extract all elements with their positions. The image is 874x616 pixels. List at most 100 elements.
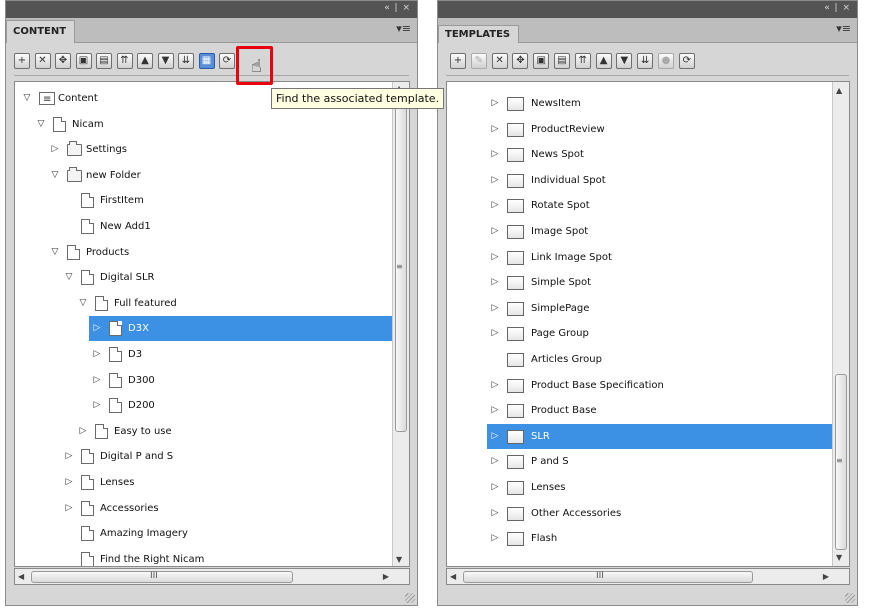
- expand-arrow-down-icon[interactable]: ▽: [77, 291, 89, 316]
- expand-arrow-right-icon[interactable]: ▷: [489, 475, 501, 500]
- tree-row[interactable]: ▽ Products: [15, 240, 392, 265]
- expand-arrow-right-icon[interactable]: ▷: [489, 296, 501, 321]
- tab-templates[interactable]: TEMPLATES: [438, 25, 520, 43]
- expand-arrow-right-icon[interactable]: ▷: [489, 449, 501, 474]
- move-down-icon[interactable]: ▼: [616, 53, 633, 69]
- move-bottom-icon[interactable]: ⇊: [637, 53, 654, 69]
- move-down-icon[interactable]: ▼: [157, 53, 174, 69]
- paste-icon[interactable]: ▤: [554, 53, 570, 69]
- tree-row[interactable]: ▷ D3: [15, 342, 392, 367]
- tree-row[interactable]: ▽ new Folder: [15, 163, 392, 188]
- tree-row[interactable]: ▽ Full featured: [15, 291, 392, 316]
- template-row[interactable]: ▷ Image Spot: [487, 219, 832, 244]
- expand-arrow-down-icon[interactable]: ▽: [21, 86, 33, 111]
- expand-arrow-right-icon[interactable]: ▷: [489, 91, 501, 116]
- delete-icon[interactable]: ✕: [491, 53, 508, 69]
- refresh-icon[interactable]: ⟳: [678, 53, 695, 69]
- tree-row[interactable]: ▷ Digital P and S: [15, 444, 392, 469]
- tree-row[interactable]: ▷ D3X: [89, 316, 392, 342]
- expand-arrow-right-icon[interactable]: ▷: [91, 316, 103, 341]
- delete-icon[interactable]: ✕: [34, 53, 51, 69]
- tree-row[interactable]: ▽ Digital SLR: [15, 265, 392, 290]
- tree-row[interactable]: FirstItem: [15, 188, 392, 213]
- expand-arrow-right-icon[interactable]: ▷: [489, 398, 501, 423]
- content-horizontal-scrollbar[interactable]: ◀ III ▶: [14, 568, 410, 585]
- move-up-icon[interactable]: ▲: [137, 53, 153, 69]
- template-row[interactable]: ▷ Simple Spot: [487, 270, 832, 295]
- move-top-icon[interactable]: ⇈: [574, 53, 591, 69]
- expand-arrow-right-icon[interactable]: ▷: [77, 419, 89, 444]
- template-row[interactable]: ▷ NewsItem: [487, 91, 832, 116]
- tree-row[interactable]: New Add1: [15, 214, 392, 239]
- move-up-icon[interactable]: ▲: [595, 53, 612, 69]
- expand-arrow-right-icon[interactable]: ▷: [489, 142, 501, 167]
- expand-arrow-right-icon[interactable]: ▷: [489, 321, 501, 346]
- expand-arrow-down-icon[interactable]: ▽: [63, 265, 75, 290]
- tree-row[interactable]: Amazing Imagery: [15, 521, 392, 546]
- template-row[interactable]: ▷ Link Image Spot: [487, 245, 832, 270]
- expand-arrow-down-icon[interactable]: ▽: [49, 163, 61, 188]
- tree-row[interactable]: ▷ D300: [15, 368, 392, 393]
- template-row[interactable]: ▷ ProductReview: [487, 117, 832, 142]
- add-icon[interactable]: +: [450, 53, 466, 69]
- expand-arrow-right-icon[interactable]: ▷: [63, 496, 75, 521]
- expand-arrow-right-icon[interactable]: ▷: [91, 368, 103, 393]
- expand-arrow-down-icon[interactable]: ▽: [35, 112, 47, 137]
- resize-grip-icon[interactable]: [845, 593, 855, 603]
- template-row[interactable]: ▷ SimplePage: [487, 296, 832, 321]
- expand-arrow-right-icon[interactable]: ▷: [489, 424, 501, 449]
- panel-collapse-close-controls[interactable]: « | ×: [384, 3, 411, 13]
- tree-row[interactable]: ▽ Nicam: [15, 112, 392, 137]
- template-row[interactable]: ▷ News Spot: [487, 142, 832, 167]
- template-row[interactable]: Articles Group: [487, 347, 832, 372]
- template-row[interactable]: ▷ Lenses: [487, 475, 832, 500]
- expand-arrow-right-icon[interactable]: ▷: [489, 373, 501, 398]
- tree-row[interactable]: ▷ Accessories: [15, 496, 392, 521]
- move-icon[interactable]: ✥: [55, 53, 71, 69]
- tree-row[interactable]: ▷ Settings: [15, 137, 392, 162]
- template-row[interactable]: ▷ SLR: [487, 423, 832, 449]
- expand-arrow-right-icon[interactable]: ▷: [63, 470, 75, 495]
- template-row[interactable]: ▷ Rotate Spot: [487, 193, 832, 218]
- templates-hscroll-thumb[interactable]: III: [463, 571, 753, 583]
- expand-arrow-right-icon[interactable]: ▷: [489, 526, 501, 551]
- copy-icon[interactable]: ▣: [75, 53, 92, 69]
- expand-arrow-right-icon[interactable]: ▷: [489, 501, 501, 526]
- find-template-icon[interactable]: ▦: [198, 53, 215, 69]
- move-bottom-icon[interactable]: ⇊: [178, 53, 194, 69]
- scroll-down-arrow-icon[interactable]: ▼: [396, 555, 402, 564]
- panel-menu-icon[interactable]: ▾≡: [396, 23, 411, 34]
- tree-row[interactable]: ▷ D200: [15, 393, 392, 418]
- templates-horizontal-scrollbar[interactable]: ◀ III ▶: [446, 568, 850, 585]
- content-hscroll-thumb[interactable]: III: [31, 571, 293, 583]
- template-row[interactable]: ▷ Product Base: [487, 398, 832, 423]
- paste-icon[interactable]: ▤: [96, 53, 112, 69]
- templates-vertical-scrollbar[interactable]: ▲ ≡ ▼: [832, 82, 849, 566]
- scroll-right-arrow-icon[interactable]: ▶: [823, 572, 829, 581]
- expand-arrow-right-icon[interactable]: ▷: [489, 168, 501, 193]
- panel-collapse-close-controls[interactable]: « | ×: [824, 3, 851, 13]
- expand-arrow-right-icon[interactable]: ▷: [489, 219, 501, 244]
- expand-arrow-right-icon[interactable]: ▷: [49, 137, 61, 162]
- template-row[interactable]: ▷ Page Group: [487, 321, 832, 346]
- template-row[interactable]: ▷ Other Accessories: [487, 501, 832, 526]
- expand-arrow-right-icon[interactable]: ▷: [489, 270, 501, 295]
- tree-row[interactable]: ▷ Lenses: [15, 470, 392, 495]
- expand-arrow-right-icon[interactable]: ▷: [489, 117, 501, 142]
- scroll-left-arrow-icon[interactable]: ◀: [450, 572, 456, 581]
- expand-arrow-right-icon[interactable]: ▷: [489, 193, 501, 218]
- panel-menu-icon[interactable]: ▾≡: [836, 23, 851, 34]
- expand-arrow-right-icon[interactable]: ▷: [91, 393, 103, 418]
- refresh-icon[interactable]: ⟳: [219, 53, 235, 69]
- expand-arrow-right-icon[interactable]: ▷: [489, 245, 501, 270]
- tree-row[interactable]: ▷ Easy to use: [15, 419, 392, 444]
- add-icon[interactable]: +: [14, 53, 30, 69]
- move-icon[interactable]: ✥: [512, 53, 529, 69]
- expand-arrow-right-icon[interactable]: ▷: [63, 444, 75, 469]
- expand-arrow-right-icon[interactable]: ▷: [91, 342, 103, 367]
- content-vertical-scrollbar[interactable]: ▲ ≡ ▼: [392, 82, 409, 566]
- template-row[interactable]: ▷ Product Base Specification: [487, 373, 832, 398]
- scroll-left-arrow-icon[interactable]: ◀: [18, 572, 24, 581]
- template-row[interactable]: ▷ Individual Spot: [487, 168, 832, 193]
- scroll-up-arrow-icon[interactable]: ▲: [836, 86, 842, 95]
